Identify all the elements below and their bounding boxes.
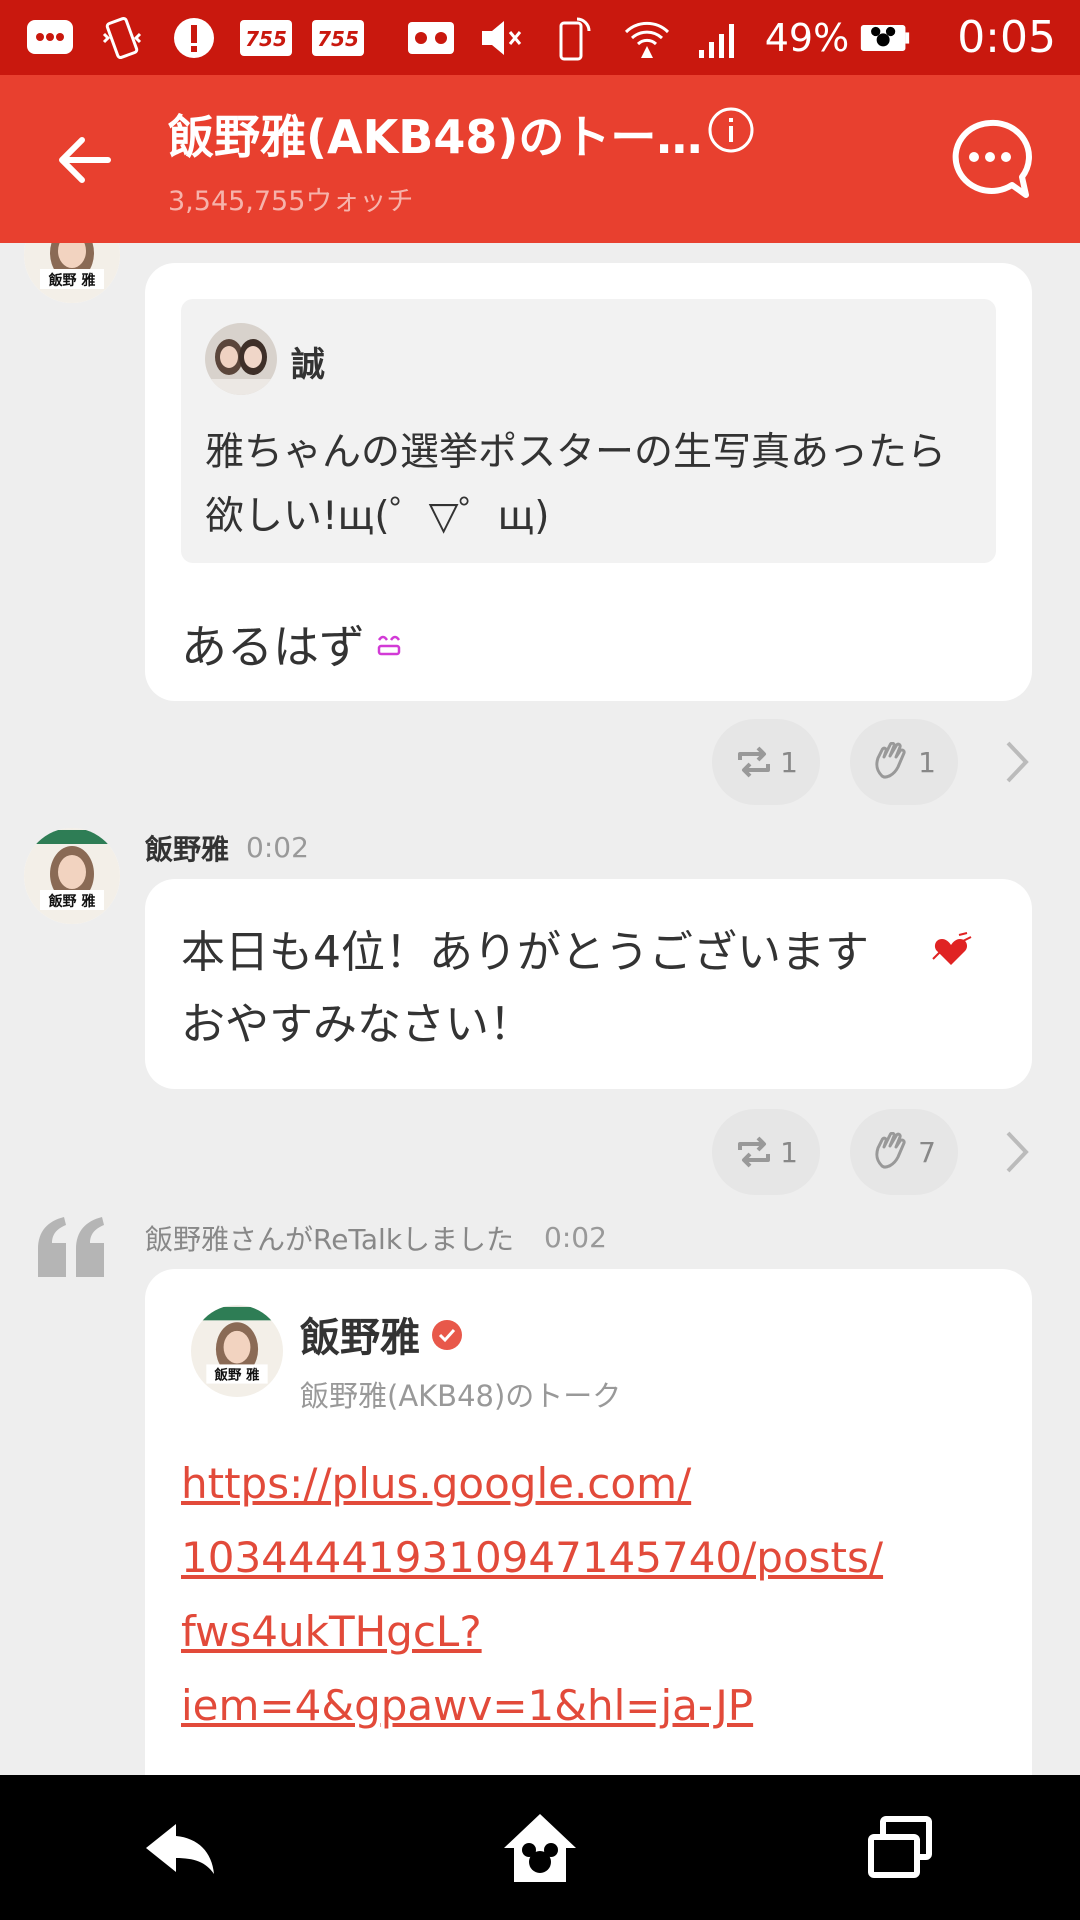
retalk-card[interactable]: 飯野 雅 飯野雅 飯野雅(AKB48)のトーク https://plus.goo… (145, 1269, 1032, 1775)
svg-text:755: 755 (245, 27, 287, 51)
svg-text:755: 755 (317, 27, 359, 51)
info-icon (708, 107, 754, 153)
message-text: 本日も4位！ありがとうございます おやすみなさい！ (181, 917, 1001, 1061)
voicemail-icon (405, 12, 457, 64)
retalk-icon (738, 746, 771, 778)
page-title: 飯野雅(AKB48)のトー… (168, 110, 703, 164)
message-text-label: 本日も4位！ありがとうございます おやすみなさい！ (181, 927, 869, 1050)
back-arrow-icon (146, 1823, 214, 1874)
retalk-count: 1 (780, 745, 798, 779)
message-bubble[interactable]: 本日も4位！ありがとうございます おやすみなさい！ (145, 879, 1032, 1089)
navigation-bar (0, 1775, 1080, 1920)
profile-photo (205, 323, 277, 395)
home-mouse-icon (504, 1813, 576, 1882)
retalk-count: 1 (780, 1135, 798, 1169)
emoji-icon (377, 635, 401, 656)
talk-button[interactable] (948, 117, 1032, 201)
recent-apps-icon (868, 1815, 932, 1878)
vibrate-icon (96, 12, 148, 64)
post-time: 0:02 (246, 831, 309, 864)
quote-mark-icon (38, 1217, 104, 1277)
card-author[interactable]: 飯野雅 (300, 1305, 420, 1363)
reply-bubble[interactable]: 誠 雅ちゃんの選挙ポスターの生写真あったら欲しい!щ(゜▽゜щ) あるはず (145, 263, 1032, 701)
reply-text-label: あるはず (181, 620, 365, 674)
back-nav-button[interactable] (135, 1803, 225, 1893)
reply-text: あるはず (181, 611, 405, 677)
chat-bubble-icon (24, 12, 76, 64)
chat-bubble-icon (952, 119, 1032, 198)
heart-emoji-icon (932, 932, 972, 965)
screen: 755 755 49% 0:05 飯野雅(AKB48)のトー… 3,545,75… (0, 0, 1080, 1920)
chevron-right-icon[interactable] (1002, 737, 1032, 787)
post-author[interactable]: 飯野雅 (145, 828, 229, 868)
chevron-right-icon[interactable] (1002, 1127, 1032, 1177)
battery-percent: 49% (764, 15, 850, 60)
verified-badge-icon (432, 1320, 462, 1350)
svg-text:飯野 雅: 飯野 雅 (48, 272, 96, 289)
app-755-icon: 755 (312, 12, 364, 64)
app-bar: 飯野雅(AKB48)のトー… 3,545,755ウォッチ (0, 75, 1080, 243)
status-bar: 755 755 49% 0:05 (0, 0, 1080, 75)
signal-icon (693, 12, 745, 64)
clap-hand-icon (875, 742, 906, 779)
svg-text:飯野 雅: 飯野 雅 (48, 893, 96, 910)
battery-icon (859, 12, 911, 64)
avatar[interactable] (205, 323, 277, 395)
watch-count: 3,545,755ウォッチ (168, 186, 414, 217)
info-button[interactable] (706, 105, 756, 155)
home-nav-button[interactable] (495, 1803, 585, 1893)
post-time: 0:02 (544, 1221, 607, 1254)
alert-icon (168, 12, 220, 64)
profile-photo: 飯野 雅 (191, 1305, 283, 1397)
nfc-phone-icon (549, 12, 601, 64)
retalk-button[interactable]: 1 (712, 1109, 820, 1195)
app-755-icon: 755 (240, 12, 292, 64)
like-button[interactable]: 7 (850, 1109, 958, 1195)
mute-icon (477, 12, 529, 64)
like-count: 1 (918, 745, 936, 779)
quote-author: 誠 (291, 345, 325, 385)
quote-text: 雅ちゃんの選挙ポスターの生写真あったら欲しい!щ(゜▽゜щ) (205, 430, 947, 539)
wifi-icon (621, 12, 673, 64)
avatar[interactable]: 飯野 雅 (24, 243, 120, 303)
avatar[interactable]: 飯野 雅 (24, 828, 120, 924)
clock: 0:05 (957, 12, 1056, 63)
like-count: 7 (918, 1135, 936, 1169)
recent-apps-button[interactable] (855, 1803, 945, 1893)
avatar[interactable]: 飯野 雅 (191, 1305, 283, 1397)
retalk-icon (738, 1136, 771, 1168)
profile-photo: 飯野 雅 (24, 828, 120, 924)
arrow-left-icon (59, 137, 111, 183)
back-button[interactable] (50, 125, 120, 195)
talk-feed[interactable]: 飯野 雅 誠 雅ちゃんの選挙ポスターの生写真あったら欲しい!щ(゜▽゜щ) ある… (0, 243, 1080, 1775)
quoted-comment[interactable]: 誠 雅ちゃんの選挙ポスターの生写真あったら欲しい!щ(゜▽゜щ) (181, 299, 996, 563)
clap-hand-icon (875, 1132, 906, 1169)
profile-photo: 飯野 雅 (24, 243, 120, 303)
svg-text:飯野 雅: 飯野 雅 (214, 1367, 260, 1384)
retalk-label: 飯野雅さんがReTalkしました (145, 1223, 515, 1256)
post-link[interactable]: https://plus.google.com/ 103444419310947… (181, 1447, 981, 1743)
like-button[interactable]: 1 (850, 719, 958, 805)
card-talk-name[interactable]: 飯野雅(AKB48)のトーク (300, 1373, 621, 1415)
retalk-button[interactable]: 1 (712, 719, 820, 805)
